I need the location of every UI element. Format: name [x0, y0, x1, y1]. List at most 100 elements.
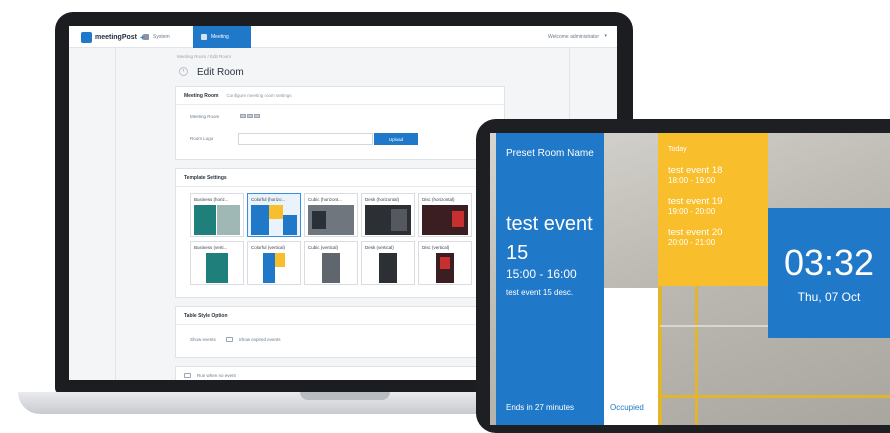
welcome-user-menu[interactable]: Welcome administrator — [548, 34, 599, 40]
template-preview — [365, 205, 411, 235]
chevron-down-icon[interactable]: ▾ — [604, 33, 607, 39]
card-title: Table Style Option — [184, 312, 228, 319]
checkbox-label: Run when no event — [197, 373, 236, 378]
meeting-room-card: Meeting Room Configure meeting room sett… — [175, 86, 505, 160]
template-label: Cubic (vertical) — [308, 245, 339, 250]
template-option[interactable]: Colorful (horizo... — [247, 193, 301, 237]
clock-panel: 03:32 Thu, 07 Oct — [768, 208, 890, 338]
flag-icon[interactable] — [247, 114, 253, 118]
template-preview — [251, 205, 297, 235]
page-title: Edit Room — [197, 67, 244, 78]
upcoming-event-name: test event 18 — [668, 165, 723, 176]
status-badge: Occupied — [610, 403, 644, 412]
upcoming-event-name: test event 19 — [668, 196, 723, 207]
bottom-option-card: Run when no event — [175, 366, 505, 380]
checkbox-label: Show expired events — [238, 337, 281, 342]
floor-line — [658, 283, 662, 425]
clock-date: Thu, 07 Oct — [797, 290, 861, 304]
template-option[interactable]: Cubic (horizont... — [304, 193, 358, 237]
template-preview — [194, 253, 240, 283]
upcoming-event-time: 19:00 - 20:00 — [668, 207, 716, 216]
template-option[interactable]: Disc (horizontal) — [418, 193, 472, 237]
nav-label: Meeting — [211, 34, 229, 40]
content-left-border — [115, 48, 116, 380]
card-subtitle: Configure meeting room settings — [226, 93, 292, 98]
template-preview — [308, 253, 354, 283]
current-event-time: 15:00 - 16:00 — [506, 267, 577, 281]
people-icon — [201, 34, 207, 40]
floor-line — [660, 325, 770, 327]
bottom-option-row: Run when no event — [184, 373, 236, 378]
template-preview — [251, 253, 297, 283]
flag-icon[interactable] — [240, 114, 246, 118]
laptop-notch — [300, 392, 390, 400]
upload-button[interactable]: Upload — [374, 133, 418, 145]
language-selector[interactable] — [240, 114, 260, 118]
card-header: Table Style Option — [176, 307, 504, 325]
show-expired-checkbox[interactable] — [225, 337, 233, 342]
template-label: Desk (horizontal) — [365, 197, 400, 202]
template-preview — [194, 205, 240, 235]
template-label: Desk (vertical) — [365, 245, 394, 250]
nav-item-system[interactable]: System — [135, 26, 178, 48]
floor-line — [660, 395, 890, 398]
logo-icon — [81, 31, 92, 43]
template-preview — [308, 205, 354, 235]
grid-icon — [143, 34, 149, 40]
template-option[interactable]: Colorful (vertical) — [247, 241, 301, 285]
clock-time: 03:32 — [783, 242, 875, 283]
template-option[interactable]: Business (verti... — [190, 241, 244, 285]
flag-icon[interactable] — [254, 114, 260, 118]
template-label: Cubic (horizont... — [308, 197, 343, 202]
room-name: Preset Room Name — [506, 148, 594, 159]
back-button[interactable]: ‹ — [179, 67, 188, 76]
meeting-room-row: Meeting Room — [190, 114, 219, 119]
upcoming-event: test event 19 19:00 - 20:00 — [668, 196, 722, 217]
upcoming-events-panel: Today test event 18 18:00 - 19:00 test e… — [658, 133, 768, 286]
upcoming-event-time: 18:00 - 19:00 — [668, 176, 716, 185]
upcoming-event-time: 20:00 - 21:00 — [668, 238, 716, 247]
top-navigation-bar: meetingPost + System Meeting Welcome adm… — [69, 26, 617, 48]
template-option[interactable]: Business (horiz... — [190, 193, 244, 237]
field-label: Show events — [190, 337, 216, 342]
card-title: Template Settings — [184, 174, 227, 181]
template-label: Disc (vertical) — [422, 245, 450, 250]
template-label: Business (verti... — [194, 245, 228, 250]
card-title: Meeting Room — [184, 92, 219, 99]
bottom-option-checkbox[interactable] — [184, 373, 191, 378]
ends-in-text: Ends in 27 minutes — [506, 403, 575, 412]
template-settings-card: Template Settings Business (horiz... Col… — [175, 168, 505, 298]
room-logo-field[interactable] — [238, 133, 373, 145]
upcoming-event: test event 18 18:00 - 19:00 — [668, 165, 722, 186]
table-style-card: Table Style Option Show events Show expi… — [175, 306, 505, 358]
current-event-panel: Preset Room Name test event 15 15:00 - 1… — [496, 133, 604, 425]
field-label: Room Logo — [190, 136, 214, 141]
logo-text: meetingPost — [95, 33, 138, 41]
nav-label: System — [153, 34, 170, 40]
floor-line — [695, 283, 698, 425]
template-option[interactable]: Desk (horizontal) — [361, 193, 415, 237]
template-label: Colorful (vertical) — [251, 245, 286, 250]
show-events-row: Show events Show expired events — [190, 337, 281, 342]
card-header: Meeting Room Configure meeting room sett… — [176, 87, 504, 105]
upcoming-event: test event 20 20:00 - 21:00 — [668, 227, 722, 248]
nav-item-meeting[interactable]: Meeting — [193, 26, 251, 48]
template-label: Colorful (horizo... — [251, 197, 286, 202]
template-preview — [365, 253, 411, 283]
template-grid: Business (horiz... Colorful (horizo... C… — [190, 193, 472, 285]
template-label: Business (horiz... — [194, 197, 229, 202]
current-event-description: test event 15 desc. — [506, 288, 574, 297]
product-showcase: meetingPost + System Meeting Welcome adm… — [0, 0, 890, 433]
template-option[interactable]: Cubic (vertical) — [304, 241, 358, 285]
today-label: Today — [668, 146, 687, 153]
template-option[interactable]: Desk (vertical) — [361, 241, 415, 285]
template-label: Disc (horizontal) — [422, 197, 455, 202]
room-logo-row: Room Logo — [190, 136, 213, 141]
template-option[interactable]: Disc (vertical) — [418, 241, 472, 285]
field-label: Meeting Room — [190, 114, 220, 119]
room-display-screen: Preset Room Name test event 15 15:00 - 1… — [490, 133, 890, 425]
template-preview — [422, 253, 468, 283]
upcoming-event-name: test event 20 — [668, 227, 723, 238]
template-preview — [422, 205, 468, 235]
card-header: Template Settings — [176, 169, 504, 187]
